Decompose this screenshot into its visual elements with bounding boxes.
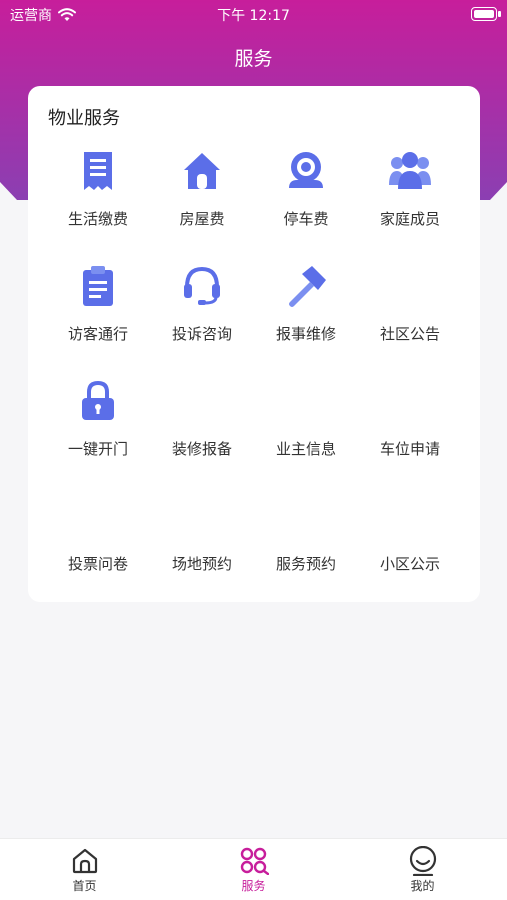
empty-icon-slot: [177, 491, 227, 541]
service-housing-fee[interactable]: 房屋费: [150, 146, 254, 261]
empty-icon-slot: [177, 376, 227, 426]
tab-label: 首页: [72, 879, 97, 893]
service-complaints[interactable]: 投诉咨询: [150, 261, 254, 376]
service-renovation-filing[interactable]: 装修报备: [150, 376, 254, 491]
battery-tip: [498, 11, 501, 17]
bill-icon: [73, 146, 123, 196]
headset-icon: [177, 261, 227, 311]
tab-label: 服务: [241, 879, 266, 893]
service-visitor-pass[interactable]: 访客通行: [46, 261, 150, 376]
service-owner-info[interactable]: 业主信息: [254, 376, 358, 491]
profile-icon: [408, 846, 438, 876]
page-title: 服务: [234, 48, 273, 70]
tab-services[interactable]: 服务: [169, 839, 338, 900]
house-icon: [177, 146, 227, 196]
service-label: 社区公告: [379, 325, 440, 343]
service-announcements[interactable]: 社区公告: [358, 261, 462, 376]
tab-label: 我的: [410, 879, 435, 893]
tab-home[interactable]: 首页: [0, 839, 169, 900]
empty-icon-slot: [385, 261, 435, 311]
tab-profile[interactable]: 我的: [338, 839, 507, 900]
services-grid: 生活缴费 房屋费 停车费 家庭成员 访客通行 投诉咨询 报事维修 社区公告 一键…: [46, 146, 462, 606]
service-label: 业主信息: [275, 440, 336, 458]
family-icon: [385, 146, 435, 196]
service-family-members[interactable]: 家庭成员: [358, 146, 462, 261]
section-title: 物业服务: [48, 108, 120, 129]
bottom-tab-bar: 首页 服务 我的: [0, 838, 507, 900]
service-label: 场地预约: [171, 555, 232, 573]
camera-icon: [281, 146, 331, 196]
empty-icon-slot: [281, 491, 331, 541]
service-label: 装修报备: [171, 440, 232, 458]
service-label: 服务预约: [275, 555, 336, 573]
service-appointment[interactable]: 服务预约: [254, 491, 358, 606]
clock: 下午 12:17: [217, 8, 290, 24]
battery-icon: [471, 7, 497, 21]
empty-icon-slot: [73, 491, 123, 541]
hammer-icon: [281, 261, 331, 311]
service-label: 报事维修: [275, 325, 336, 343]
property-services-card: 物业服务 生活缴费 房屋费 停车费 家庭成员 访客通行 投诉咨询 报事维修 社区…: [28, 86, 480, 602]
service-parking-space-application[interactable]: 车位申请: [358, 376, 462, 491]
service-label: 访客通行: [67, 325, 128, 343]
lock-icon: [73, 376, 123, 426]
service-repair[interactable]: 报事维修: [254, 261, 358, 376]
status-bar: 运营商 下午 12:17: [0, 0, 507, 28]
service-label: 小区公示: [379, 555, 440, 573]
clipboard-icon: [73, 261, 123, 311]
service-label: 房屋费: [179, 210, 225, 228]
service-community-notice[interactable]: 小区公示: [358, 491, 462, 606]
service-label: 家庭成员: [379, 210, 440, 228]
service-label: 一键开门: [67, 440, 128, 458]
service-label: 投票问卷: [67, 555, 128, 573]
service-label: 停车费: [283, 210, 329, 228]
empty-icon-slot: [385, 491, 435, 541]
services-icon: [239, 847, 269, 875]
service-label: 生活缴费: [67, 210, 128, 228]
service-parking-fee[interactable]: 停车费: [254, 146, 358, 261]
empty-icon-slot: [385, 376, 435, 426]
service-label: 投诉咨询: [171, 325, 232, 343]
service-living-payment[interactable]: 生活缴费: [46, 146, 150, 261]
service-label: 车位申请: [379, 440, 440, 458]
service-venue-booking[interactable]: 场地预约: [150, 491, 254, 606]
home-icon: [70, 847, 100, 875]
service-open-door[interactable]: 一键开门: [46, 376, 150, 491]
service-voting-survey[interactable]: 投票问卷: [46, 491, 150, 606]
empty-icon-slot: [281, 376, 331, 426]
